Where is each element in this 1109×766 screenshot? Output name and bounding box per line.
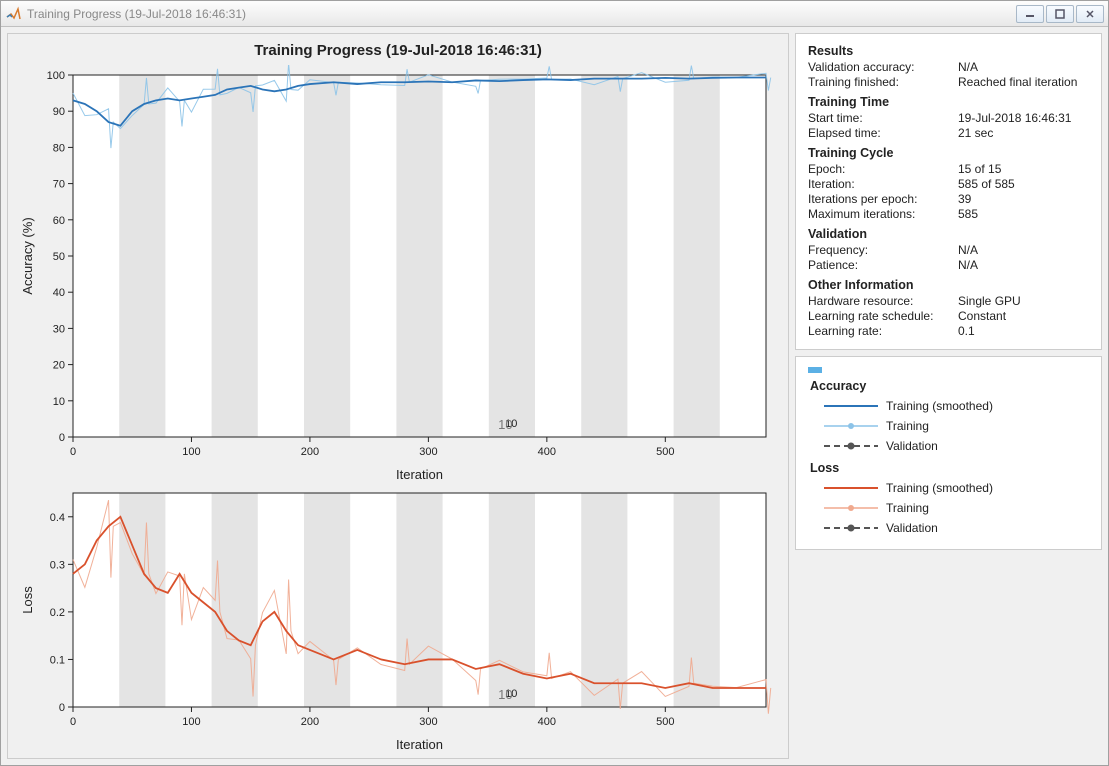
svg-text:400: 400	[538, 446, 556, 458]
svg-text:50: 50	[53, 251, 65, 263]
training-progress-window: Training Progress (19-Jul-2018 16:46:31)…	[0, 0, 1109, 766]
iteration-value: 585 of 585	[958, 177, 1015, 191]
ipe-value: 39	[958, 192, 971, 206]
svg-text:0: 0	[70, 716, 76, 728]
accuracy-chart: 0 10 20 30 40 50 60 70 80 90 100 0 100 200 300 400 500 It…	[18, 65, 778, 485]
train-finished-value: Reached final iteration	[958, 75, 1077, 89]
legend-panel: Accuracy Training (smoothed) Training Va…	[795, 356, 1102, 550]
lrs-label: Learning rate schedule:	[808, 309, 958, 323]
freq-value: N/A	[958, 243, 978, 257]
close-button[interactable]	[1076, 5, 1104, 23]
svg-text:Accuracy (%): Accuracy (%)	[20, 217, 35, 294]
epoch-label: Epoch:	[808, 162, 958, 176]
legend-accuracy-heading: Accuracy	[810, 379, 1089, 393]
other-info-heading: Other Information	[808, 278, 1089, 292]
maxiter-label: Maximum iterations:	[808, 207, 958, 221]
svg-text:300: 300	[419, 446, 437, 458]
start-time-value: 19-Jul-2018 16:46:31	[958, 111, 1071, 125]
maxiter-value: 585	[958, 207, 978, 221]
legend-loss-training: Training	[822, 499, 1089, 517]
svg-text:70: 70	[53, 179, 65, 191]
hw-value: Single GPU	[958, 294, 1021, 308]
lr-value: 0.1	[958, 324, 975, 338]
svg-text:500: 500	[656, 716, 674, 728]
elapsed-value: 21 sec	[958, 126, 993, 140]
legend-acc-validation: Validation	[822, 437, 1089, 455]
val-acc-value: N/A	[958, 60, 978, 74]
training-cycle-heading: Training Cycle	[808, 146, 1089, 160]
svg-text:0: 0	[59, 432, 65, 444]
lrs-value: Constant	[958, 309, 1006, 323]
matlab-icon	[5, 6, 21, 22]
training-time-heading: Training Time	[808, 95, 1089, 109]
svg-text:0: 0	[70, 446, 76, 458]
svg-text:10: 10	[498, 687, 512, 702]
svg-text:100: 100	[182, 716, 200, 728]
svg-text:0.3: 0.3	[50, 559, 65, 571]
patience-label: Patience:	[808, 258, 958, 272]
freq-label: Frequency:	[808, 243, 958, 257]
svg-text:0.4: 0.4	[50, 512, 65, 524]
svg-text:Iteration: Iteration	[396, 737, 443, 752]
elapsed-label: Elapsed time:	[808, 126, 958, 140]
svg-text:300: 300	[419, 716, 437, 728]
ipe-label: Iterations per epoch:	[808, 192, 958, 206]
svg-text:40: 40	[53, 287, 65, 299]
legend-acc-training: Training	[822, 417, 1089, 435]
maximize-button[interactable]	[1046, 5, 1074, 23]
hw-label: Hardware resource:	[808, 294, 958, 308]
loss-chart: 0 0.1 0.2 0.3 0.4 0 100 200 300 400 500 Iteration Lo…	[18, 485, 778, 755]
patience-value: N/A	[958, 258, 978, 272]
svg-text:100: 100	[47, 70, 65, 82]
start-time-label: Start time:	[808, 111, 958, 125]
val-acc-label: Validation accuracy:	[808, 60, 958, 74]
svg-text:0.2: 0.2	[50, 607, 65, 619]
legend-loss-validation: Validation	[822, 519, 1089, 537]
svg-text:200: 200	[301, 446, 319, 458]
svg-text:Loss: Loss	[20, 586, 35, 614]
svg-text:90: 90	[53, 106, 65, 118]
minimize-button[interactable]	[1016, 5, 1044, 23]
progress-stripe-icon	[808, 367, 822, 373]
svg-text:80: 80	[53, 142, 65, 154]
lr-label: Learning rate:	[808, 324, 958, 338]
legend-loss-smoothed: Training (smoothed)	[822, 479, 1089, 497]
legend-loss-heading: Loss	[810, 461, 1089, 475]
svg-text:60: 60	[53, 215, 65, 227]
svg-text:20: 20	[53, 360, 65, 372]
plot-title: Training Progress (19-Jul-2018 16:46:31)	[18, 42, 778, 59]
svg-text:10: 10	[498, 417, 512, 432]
svg-text:30: 30	[53, 323, 65, 335]
svg-text:200: 200	[301, 716, 319, 728]
window-title: Training Progress (19-Jul-2018 16:46:31)	[27, 7, 246, 21]
legend-acc-smoothed: Training (smoothed)	[822, 397, 1089, 415]
results-heading: Results	[808, 44, 1089, 58]
titlebar[interactable]: Training Progress (19-Jul-2018 16:46:31)	[1, 1, 1108, 27]
stats-panel: Results Validation accuracy:N/A Training…	[795, 33, 1102, 350]
svg-text:100: 100	[182, 446, 200, 458]
svg-text:Iteration: Iteration	[396, 467, 443, 482]
svg-text:0: 0	[59, 702, 65, 714]
train-finished-label: Training finished:	[808, 75, 958, 89]
svg-text:0.1: 0.1	[50, 654, 65, 666]
svg-text:400: 400	[538, 716, 556, 728]
plot-panel: Training Progress (19-Jul-2018 16:46:31)…	[7, 33, 789, 759]
iteration-label: Iteration:	[808, 177, 958, 191]
epoch-value: 15 of 15	[958, 162, 1001, 176]
validation-heading: Validation	[808, 227, 1089, 241]
svg-text:500: 500	[656, 446, 674, 458]
svg-text:10: 10	[53, 396, 65, 408]
